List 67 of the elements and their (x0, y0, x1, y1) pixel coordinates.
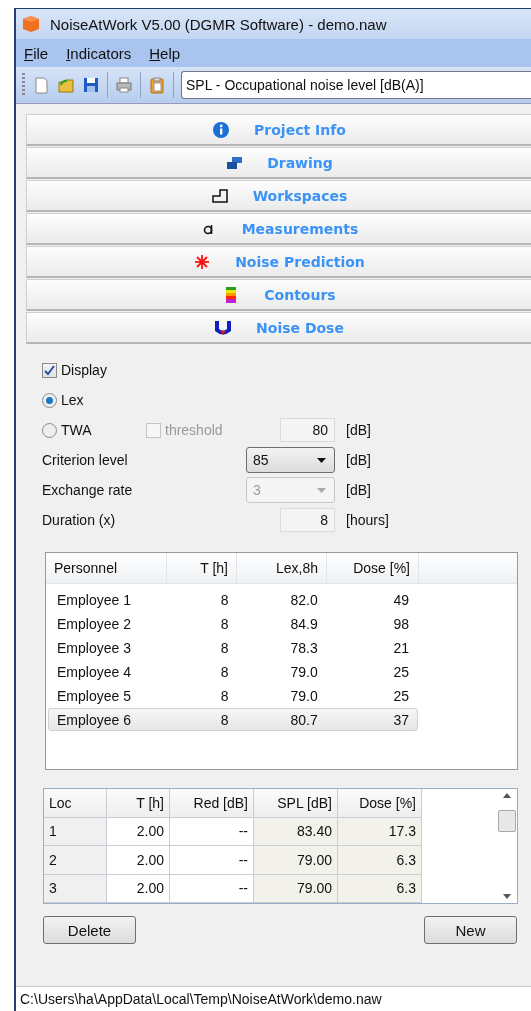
table-cell[interactable]: -- (170, 817, 254, 846)
unit-label: [hours] (346, 512, 389, 528)
field-label: Exchange rate (42, 482, 134, 498)
column-header[interactable]: Dose [%] (338, 789, 422, 818)
checkbox[interactable] (42, 362, 57, 378)
field-label: Duration (x) (42, 512, 117, 528)
table-cell[interactable]: -- (170, 846, 254, 875)
radio-label: TWA (61, 422, 92, 438)
personnel-row[interactable]: Employee 4 8 79.0 25 (48, 660, 418, 683)
column-header[interactable]: T [h] (107, 789, 170, 818)
personnel-row[interactable]: Employee 2 8 84.9 98 (48, 612, 418, 635)
table-cell: 1 (44, 817, 107, 846)
personnel-row[interactable]: Employee 3 8 78.3 21 (48, 636, 418, 659)
checkbox-label: Display (61, 362, 107, 378)
table-cell: 2 (44, 846, 107, 875)
table-cell: 83.40 (254, 817, 338, 846)
table-cell: 79.00 (254, 846, 338, 875)
column-header[interactable]: Loc (44, 789, 107, 818)
table-cell: 6.3 (338, 846, 422, 875)
column-header[interactable]: Lex,8h (237, 553, 327, 583)
duration-field[interactable]: 8 (280, 508, 335, 532)
outline-icon (210, 186, 229, 205)
menu-item[interactable]: File (24, 44, 49, 62)
menu-item[interactable]: Indicators (66, 44, 132, 62)
clipboard-icon (148, 76, 166, 94)
table-cell: 17.3 (338, 817, 422, 846)
table-cell[interactable]: 2.00 (107, 846, 170, 875)
radio-button[interactable] (42, 422, 57, 438)
unit-label: [dB] (346, 482, 371, 498)
table-cell: 79.00 (254, 874, 338, 903)
value-dropdown[interactable]: 85 (246, 447, 335, 473)
personnel-row[interactable]: Employee 6 8 80.7 37 (48, 708, 418, 731)
scroll-up-icon (503, 793, 511, 798)
table-cell: 6.3 (338, 874, 422, 903)
column-header[interactable]: Red [dB] (170, 789, 254, 818)
personnel-row[interactable]: Employee 1 8 82.0 49 (48, 588, 418, 611)
radio-button[interactable] (42, 392, 57, 408)
caret-icon[interactable] (317, 457, 326, 463)
column-header[interactable]: Dose [%] (327, 553, 419, 583)
column-header[interactable]: Personnel (46, 553, 167, 583)
menu-item[interactable]: Help (149, 44, 181, 62)
unit-label: [dB] (346, 422, 371, 438)
action-button[interactable]: New (424, 916, 517, 944)
radio-label: Lex (61, 392, 84, 408)
personnel-row[interactable]: Employee 5 8 79.0 25 (48, 684, 418, 707)
window-title: NoiseAtWork V5.00 (DGMR Software) - demo.naw (50, 15, 387, 33)
action-button[interactable]: Delete (43, 916, 136, 944)
scroll-down-icon (503, 894, 511, 899)
asterisk-icon (193, 252, 212, 271)
unit-label: [dB] (346, 452, 371, 468)
table-cell[interactable]: -- (170, 874, 254, 903)
scrollbar-thumb[interactable] (498, 810, 516, 832)
column-header[interactable]: SPL [dB] (254, 789, 338, 818)
table-cell: 3 (44, 874, 107, 903)
column-header[interactable]: T [h] (167, 553, 237, 583)
printer-icon (115, 76, 133, 94)
new-document-icon (32, 76, 50, 94)
status-bar: C:\Users\ha\AppData\Local\Temp\NoiseAtWork\demo.naw (16, 986, 531, 1011)
indicator-dropdown[interactable]: SPL - Occupational noise level [dB(A)] (181, 71, 531, 99)
open-folder-icon (57, 76, 75, 94)
field-label: Criterion level (42, 452, 129, 468)
cube-icon (22, 15, 40, 33)
info-icon (212, 120, 231, 139)
table-cell[interactable]: 2.00 (107, 817, 170, 846)
checkbox-label: threshold (165, 422, 223, 438)
table-cell[interactable]: 2.00 (107, 874, 170, 903)
save-icon (82, 76, 100, 94)
